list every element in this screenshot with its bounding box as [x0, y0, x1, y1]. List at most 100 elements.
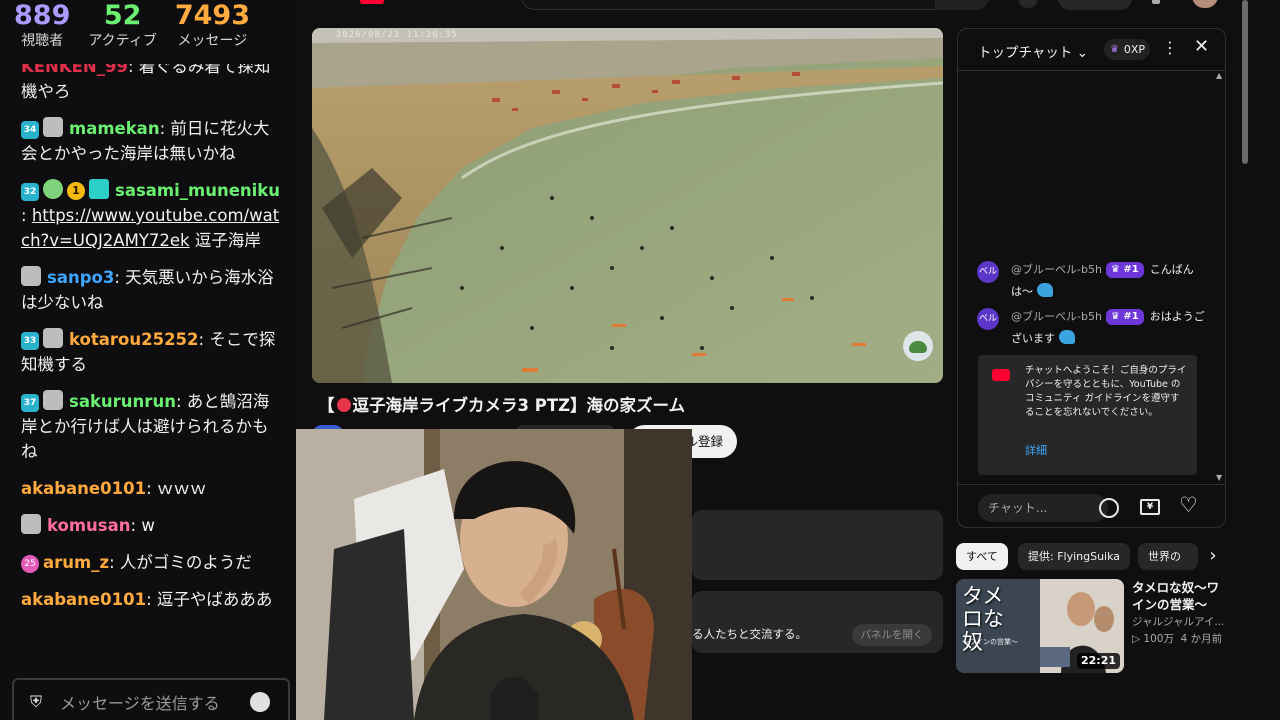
chat-text: 逗子やばあああ: [156, 590, 273, 609]
active-count: 52 アクティブ: [88, 0, 157, 49]
chat-username[interactable]: komusan: [47, 516, 131, 535]
video-player[interactable]: 2026/08/23 11:36:35: [312, 28, 943, 383]
webcam-feed: [294, 429, 692, 720]
user-emote-icon: [43, 390, 63, 410]
chat-username[interactable]: sasami_muneniku: [115, 181, 280, 200]
description-box[interactable]: [692, 510, 943, 580]
notifications-icon[interactable]: [1152, 0, 1160, 4]
user-emote-icon: [43, 328, 63, 348]
coin-badge: 1: [67, 182, 85, 200]
chat-username[interactable]: akabane0101: [21, 479, 146, 498]
related-video-meta: ▷ 100万 4 か月前: [1132, 633, 1223, 645]
message-input[interactable]: メッセージを送信する: [60, 690, 250, 714]
play-icon: ▷: [1132, 633, 1141, 645]
emoji-icon[interactable]: [250, 692, 270, 712]
close-icon[interactable]: ✕: [1194, 36, 1209, 57]
viewer-count: 889 視聴者: [14, 0, 71, 49]
wave-emoji-icon: [1037, 283, 1053, 297]
chat-input[interactable]: チャット...: [978, 494, 1108, 522]
chat-message: 32 1 sasami_muneniku: https://www.youtube.…: [21, 179, 281, 250]
chip-world[interactable]: 世界の: [1138, 543, 1198, 570]
chat-message: 25 arum_z: 人がゴミのようだ: [21, 550, 282, 575]
subscriber-badge: 34: [21, 121, 39, 139]
shield-icon[interactable]: ⛨: [30, 692, 42, 712]
youtube-live-chat: トップチャット ⌄ ♛ 0XP ⋮ ✕ ▲ ▼ ベル @ブルーベル-b5h ♛ #1…: [957, 28, 1226, 528]
details-link[interactable]: 詳細: [1025, 442, 1047, 458]
chat-username[interactable]: kotarou25252: [69, 330, 199, 349]
video-thumbnail[interactable]: タメロな奴 〜ワインの営業〜 22:21: [956, 579, 1124, 673]
chat-username[interactable]: sanpo3: [47, 268, 114, 287]
chat-text: ｗｗｗ: [156, 479, 207, 498]
stream-chat-input[interactable]: ⛨ メッセージを送信する: [12, 678, 290, 720]
live-dot-icon: [336, 398, 351, 412]
panel-promo-text: る人たちと交流する。: [692, 627, 807, 641]
message-count: 7493 メッセージ: [174, 0, 250, 49]
streamer-webcam: [294, 429, 692, 720]
xp-badge[interactable]: ♛ 0XP: [1104, 39, 1150, 60]
chip-all[interactable]: すべて: [956, 543, 1008, 570]
youtube-logo-icon[interactable]: [360, 0, 384, 4]
chat-message: akabane0101: ｗｗｗ: [21, 479, 207, 498]
live-chat-message: ベル @ブルーベル-b5h ♛ #1 こんばんは〜: [977, 259, 1207, 303]
beach-camera-frame: [312, 28, 943, 383]
chat-text: 逗子海岸: [194, 231, 261, 250]
chat-scrollbar[interactable]: ▲ ▼: [1216, 71, 1224, 483]
title-text: 逗子海岸ライブカメラ3 PTZ】海の家ズーム: [352, 396, 686, 415]
subscriber-badge: 33: [21, 332, 39, 350]
user-emote-icon: [21, 514, 41, 534]
related-video[interactable]: タメロな奴 〜ワインの営業〜 22:21 タメロな奴〜ワインの営業〜 ジャルジャ…: [956, 579, 1226, 673]
author-avatar[interactable]: ベル: [977, 308, 999, 330]
user-emote-icon: [43, 117, 63, 137]
chat-username[interactable]: arum_z: [43, 553, 109, 572]
subscriber-badge: 25: [21, 555, 39, 573]
chat-username[interactable]: KENKEN_99: [21, 62, 128, 76]
chat-message: KENKEN_99: 着ぐるみ着て探知機やろ: [21, 62, 282, 104]
create-button[interactable]: [1058, 0, 1132, 10]
chat-username[interactable]: mamekan: [69, 119, 160, 138]
more-options-icon[interactable]: ⋮: [1162, 38, 1178, 57]
crown-icon: ♛: [1110, 44, 1119, 55]
chat-message: 34 mamekan: 前日に花火大会とかやった海岸は無いかね: [21, 117, 270, 163]
alien-badge-icon: [43, 179, 63, 199]
user-emote-icon: [21, 266, 41, 286]
chat-mode-dropdown[interactable]: トップチャット ⌄: [978, 41, 1088, 61]
title-bracket: 【: [318, 396, 335, 415]
chat-username[interactable]: sakurunrun: [69, 392, 176, 411]
rgb-badge-icon: [89, 179, 109, 199]
chat-text: 人がゴミのようだ: [119, 553, 252, 572]
stream-chat-overlay: KENKEN_99: 着ぐるみ着て探知機やろ 34 mamekan: 前日に花火大…: [0, 0, 296, 720]
chat-welcome-message: チャットへようこそ！ご自身のプライバシーを守るとともに、YouTube のコミュ…: [978, 355, 1197, 475]
camera-channel-logo-icon: [903, 331, 933, 361]
super-chat-icon[interactable]: ¥: [1140, 499, 1160, 515]
chat-message: komusan: w: [21, 513, 282, 538]
chat-text: w: [141, 516, 155, 535]
author-name[interactable]: @ブルーベル-b5h: [1011, 263, 1102, 276]
chevron-right-icon[interactable]: ›: [1200, 543, 1226, 570]
search-input[interactable]: [520, 0, 990, 10]
subscriber-badge: 32: [21, 183, 39, 201]
scroll-up-icon[interactable]: ▲: [1216, 71, 1222, 80]
stream-chat-messages: KENKEN_99: 着ぐるみ着て探知機やろ 34 mamekan: 前日に花火大…: [0, 62, 296, 662]
chat-message: 37 sakurunrun: あと鵠沼海岸とか行けば人は避けられるかもね: [21, 390, 270, 461]
open-panel-button[interactable]: パネルを開く: [852, 624, 932, 646]
chat-username[interactable]: akabane0101: [21, 590, 146, 609]
scroll-down-icon[interactable]: ▼: [1216, 473, 1222, 482]
live-chat-message: ベル @ブルーベル-b5h ♛ #1 おはようございます: [977, 306, 1207, 350]
emoji-picker-icon[interactable]: [1099, 498, 1119, 518]
live-chat-header: トップチャット ⌄ ♛ 0XP ⋮ ✕: [958, 29, 1225, 71]
chat-message: 33 kotarou25252: そこで探知機する: [21, 328, 276, 374]
related-filter-chips: すべて 提供: FlyingSuika 世界の ›: [956, 543, 1226, 570]
chip-provider[interactable]: 提供: FlyingSuika: [1018, 543, 1131, 570]
page-scrollbar[interactable]: [1242, 0, 1248, 164]
author-avatar[interactable]: ベル: [977, 261, 999, 283]
related-video-channel[interactable]: ジャルジャルアイ...: [1132, 614, 1226, 629]
stream-stats: 889 視聴者 52 アクティブ 7493 メッセージ: [0, 0, 296, 64]
subscriber-badge: 37: [21, 394, 39, 412]
video-title: 【逗子海岸ライブカメラ3 PTZ】海の家ズーム: [318, 392, 685, 416]
youtube-icon: [992, 369, 1010, 381]
heart-icon[interactable]: ♡: [1179, 493, 1198, 517]
thumbnail-subtitle-text: 〜ワインの営業〜: [962, 638, 1018, 646]
welcome-text: チャットへようこそ！ご自身のプライバシーを守るとともに、YouTube のコミュ…: [1025, 365, 1187, 418]
related-video-title[interactable]: タメロな奴〜ワインの営業〜: [1132, 579, 1228, 613]
author-name[interactable]: @ブルーベル-b5h: [1011, 310, 1102, 323]
